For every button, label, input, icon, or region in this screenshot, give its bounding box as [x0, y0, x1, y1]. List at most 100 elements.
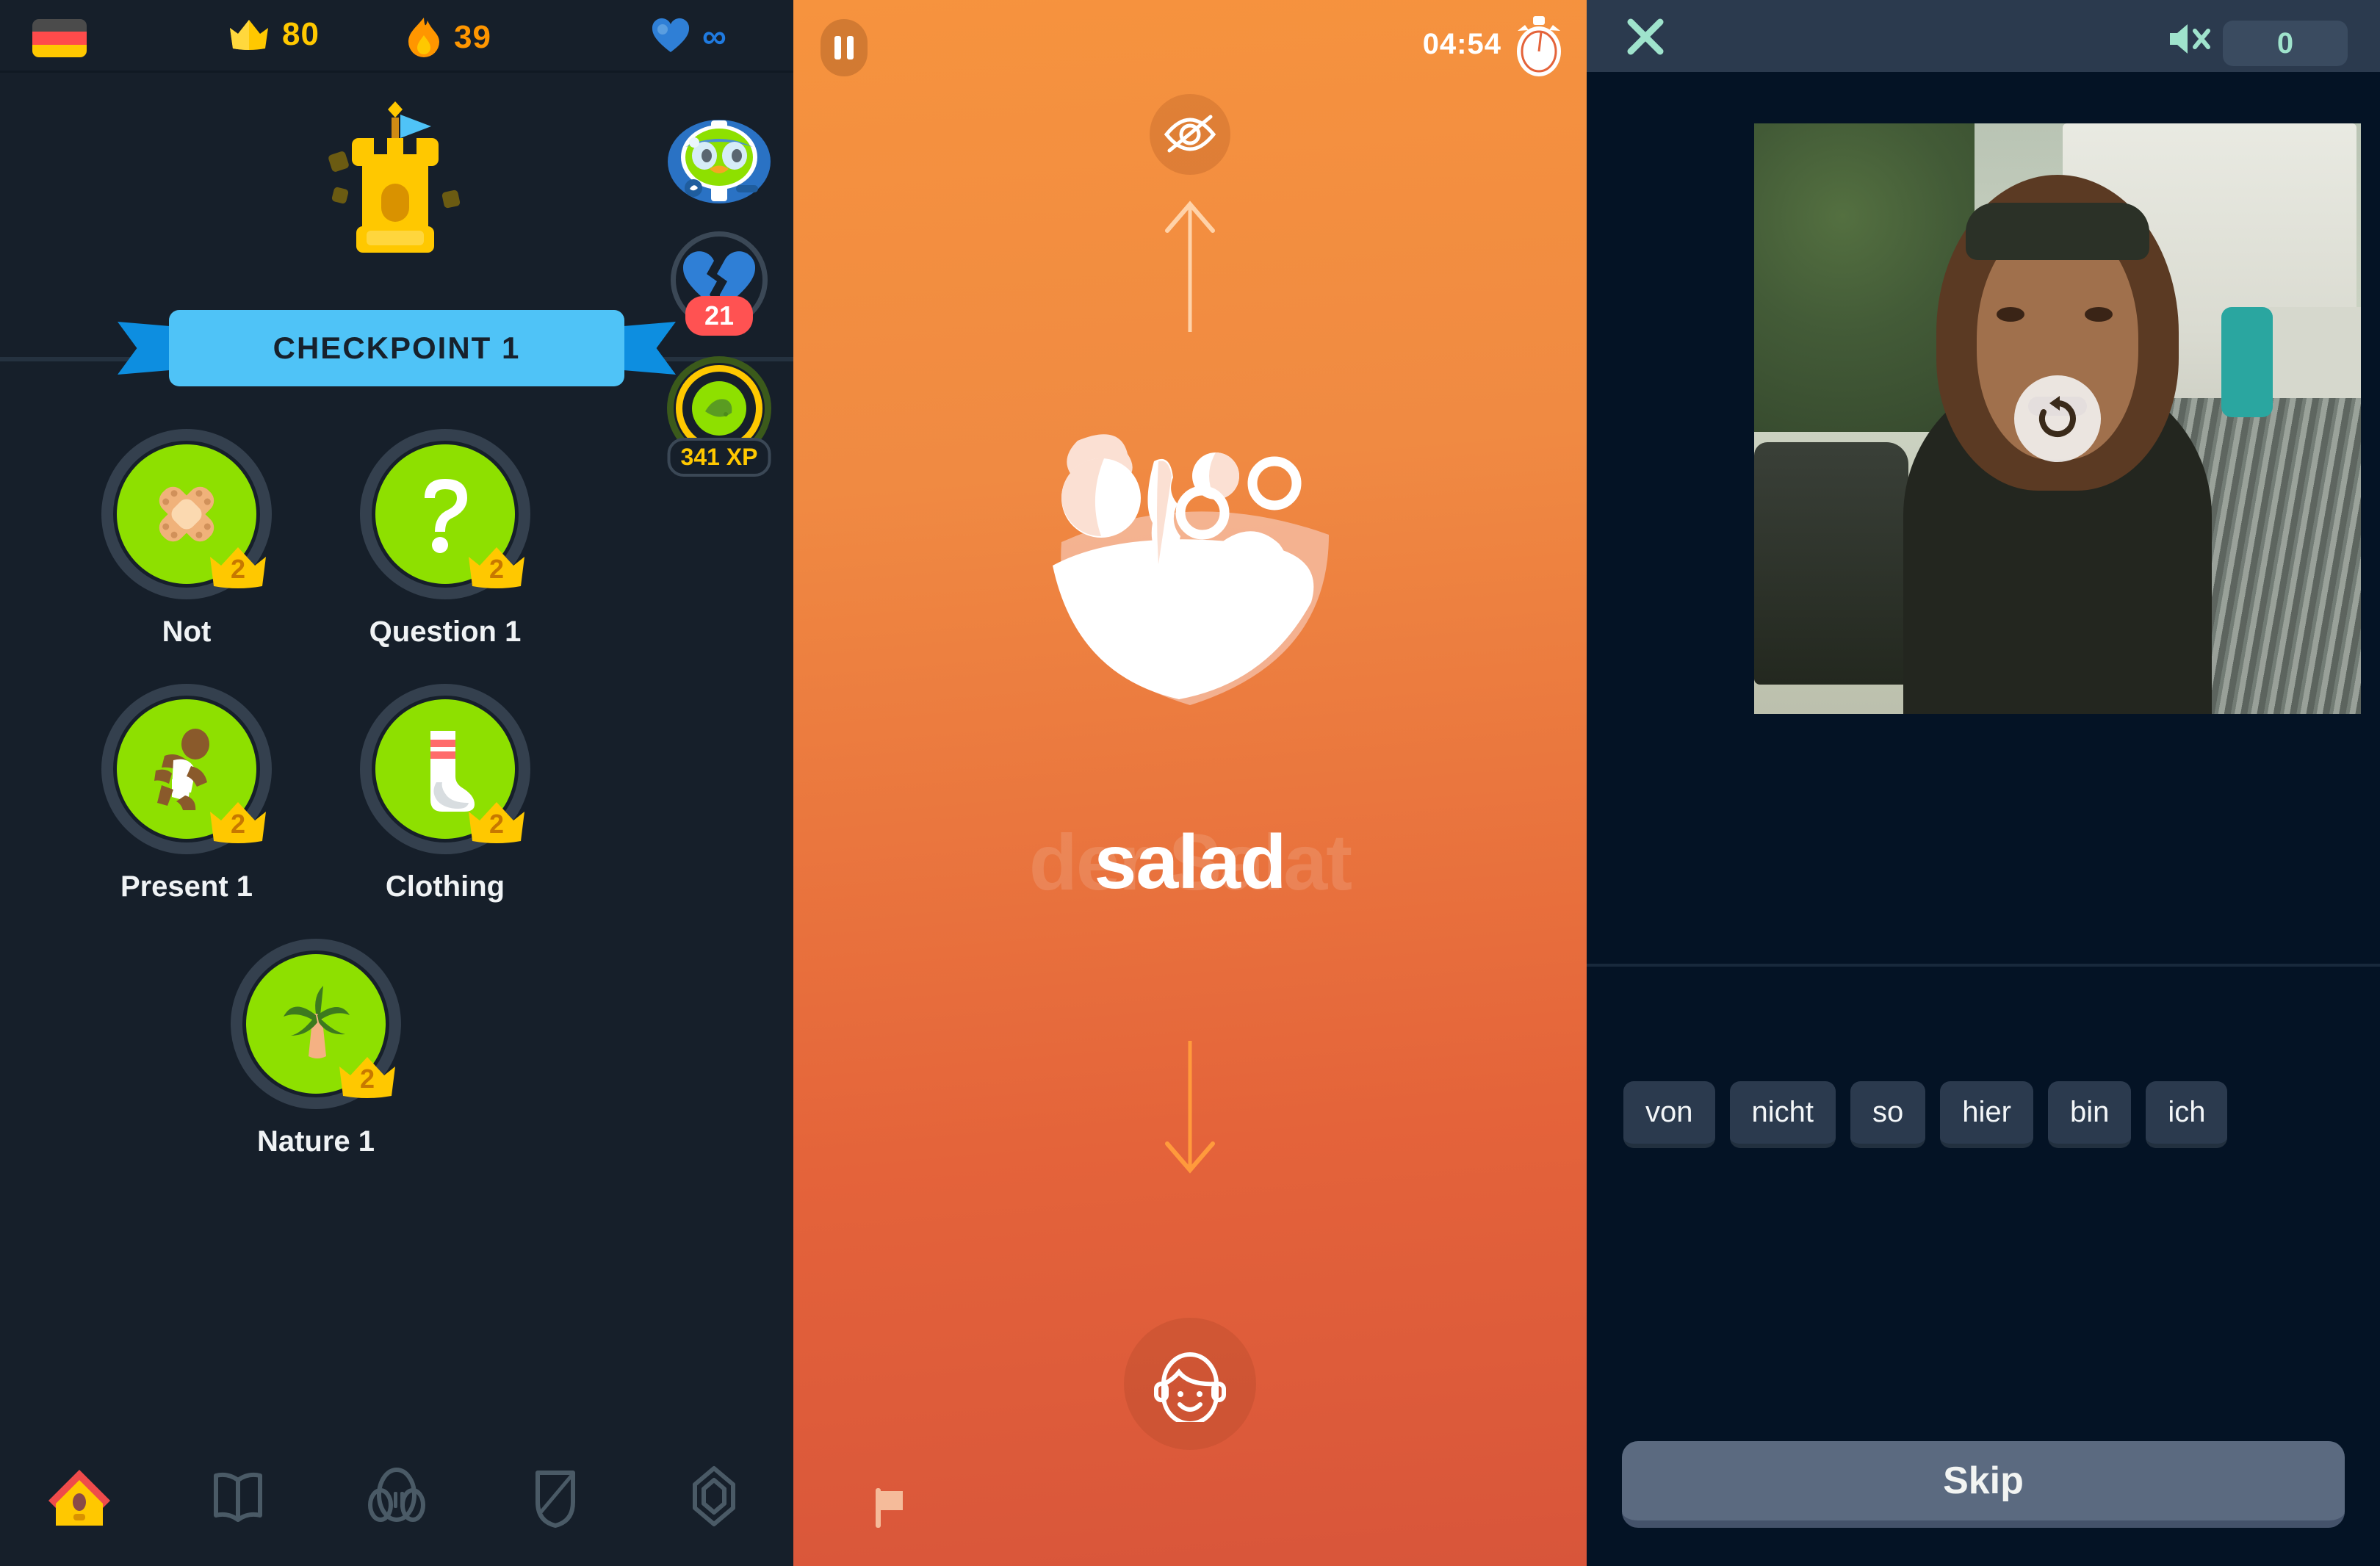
- timer-label: 04:54: [1422, 28, 1501, 60]
- crown-icon: [230, 20, 268, 50]
- word-chip[interactable]: ich: [2146, 1081, 2228, 1148]
- eye-off-icon: [1164, 115, 1216, 153]
- pause-icon-bar: [847, 36, 854, 59]
- duo-owl-avatar[interactable]: [664, 118, 774, 206]
- castle-icon: [328, 101, 461, 253]
- word-main: salad: [1094, 820, 1287, 905]
- germany-flag-icon[interactable]: [32, 19, 87, 57]
- shield-icon: [536, 1471, 575, 1528]
- skill-circle[interactable]: 2: [360, 684, 530, 854]
- leaf-chest-icon: [692, 381, 746, 436]
- heart-icon: [652, 18, 690, 52]
- crown-level: 2: [488, 554, 505, 584]
- skill-circle[interactable]: 2: [101, 684, 272, 854]
- pause-icon-bar: [834, 36, 841, 59]
- hearts-count: ∞: [702, 17, 727, 55]
- word-chip[interactable]: von: [1623, 1081, 1715, 1148]
- video-background-person: [2221, 307, 2273, 417]
- crown-level-wrap: 2: [206, 798, 270, 845]
- gem-icon: [693, 1466, 735, 1526]
- crown-level: 2: [488, 809, 505, 839]
- word-chip[interactable]: so: [1850, 1081, 1926, 1148]
- nav-item-practice[interactable]: [317, 1426, 476, 1566]
- score-value: 0: [2276, 26, 2294, 59]
- skill-clothing[interactable]: 2 Clothing: [340, 684, 550, 903]
- crown-level-wrap: 2: [206, 544, 270, 591]
- person-button[interactable]: [1124, 1318, 1256, 1450]
- word-bank: von nicht so hier bin ich: [1587, 1081, 2380, 1148]
- nav-item-leagues[interactable]: [476, 1426, 635, 1566]
- app-screen: 80 39 ∞ CHECKPOINT 1 21 341 XP 2 Not 2 Q…: [0, 0, 2380, 1566]
- learning-tree-panel: 80 39 ∞ CHECKPOINT 1 21 341 XP 2 Not 2 Q…: [0, 0, 793, 1566]
- video-speaker-headband: [1966, 203, 2149, 260]
- flame-icon: [408, 18, 439, 57]
- open-book-icon: [214, 1472, 262, 1522]
- exercise-divider: [1587, 964, 2380, 967]
- video-speaker-eye-right: [2085, 307, 2113, 322]
- person-face-icon: [1154, 1352, 1226, 1422]
- skill-question-1[interactable]: 2 Question 1: [340, 429, 550, 649]
- checkpoint-banner[interactable]: CHECKPOINT 1: [118, 310, 676, 386]
- arrow-down-icon: [1165, 1041, 1215, 1174]
- arrow-up-icon: [1165, 201, 1215, 332]
- crowns-stat[interactable]: 80: [228, 16, 320, 53]
- word-display: der Salat salad: [793, 812, 1587, 915]
- replay-button[interactable]: [2014, 375, 2101, 462]
- video-speaker-eye-left: [1997, 307, 2024, 322]
- side-rail: 21 341 XP: [664, 118, 774, 477]
- xp-amount-label: 341 XP: [667, 438, 771, 477]
- skill-tree: 2 Not 2 Question 1 2 Present 1 2 Clothin…: [0, 429, 632, 1194]
- streak-count: 39: [454, 19, 491, 55]
- crowns-count: 80: [282, 16, 320, 52]
- topbar-divider: [0, 71, 793, 73]
- skill-label: Question 1: [369, 616, 522, 648]
- word-chip[interactable]: bin: [2047, 1081, 2132, 1148]
- pause-button[interactable]: [821, 19, 868, 76]
- speaker-mute-icon[interactable]: [2167, 21, 2213, 57]
- skill-circle[interactable]: 2: [360, 429, 530, 599]
- bottom-navigation: [0, 1426, 793, 1566]
- listening-exercise-panel: 0 von nicht so hier bin ich Skip: [1587, 0, 2380, 1566]
- skip-label: Skip: [1943, 1459, 2024, 1502]
- streak-stat[interactable]: 39: [405, 16, 491, 59]
- skill-label: Not: [162, 616, 212, 648]
- skill-label: Nature 1: [256, 1125, 375, 1158]
- nav-item-shop[interactable]: [635, 1426, 793, 1566]
- xp-chest-widget[interactable]: 341 XP: [664, 356, 774, 477]
- stopwatch-icon: [1517, 16, 1561, 76]
- word-chip[interactable]: nicht: [1729, 1081, 1836, 1148]
- hearts-refill-widget[interactable]: 21: [664, 228, 774, 339]
- crown-level-wrap: 2: [464, 798, 529, 845]
- exercise-video[interactable]: [1754, 123, 2361, 714]
- skill-nature-1[interactable]: 2 Nature 1: [211, 939, 421, 1158]
- nav-item-stories[interactable]: [159, 1426, 317, 1566]
- word-chip[interactable]: hier: [1940, 1081, 2033, 1148]
- salad-bowl-icon: [1053, 434, 1329, 705]
- report-flag-icon[interactable]: [873, 1487, 908, 1529]
- close-x-icon[interactable]: [1625, 16, 1666, 57]
- word-card-panel: 04:54 der Salat salad: [793, 0, 1587, 1566]
- nav-item-home[interactable]: [0, 1426, 159, 1566]
- skill-not[interactable]: 2 Not: [82, 429, 292, 649]
- banner-body: CHECKPOINT 1: [169, 310, 624, 386]
- hide-word-button[interactable]: [1150, 94, 1230, 175]
- hearts-stat[interactable]: ∞: [651, 16, 727, 56]
- skip-button[interactable]: Skip: [1622, 1441, 2345, 1528]
- crown-level-wrap: 2: [464, 544, 529, 591]
- crown-level: 2: [359, 1064, 375, 1094]
- birdhouse-icon: [48, 1470, 110, 1526]
- skill-label: Clothing: [385, 870, 505, 903]
- crown-level: 2: [230, 809, 246, 839]
- top-stats-bar: 80 39 ∞: [0, 0, 793, 71]
- replay-icon: [2039, 396, 2076, 437]
- skill-present-1[interactable]: 2 Present 1: [82, 684, 292, 903]
- video-motorcycle: [1754, 442, 1908, 685]
- skill-circle[interactable]: 2: [231, 939, 401, 1109]
- score-badge: 0: [2223, 21, 2348, 66]
- dumbbell-icon: [368, 1468, 425, 1522]
- skill-row: 2 Not 2 Question 1: [0, 429, 632, 649]
- hearts-refill-badge: 21: [685, 296, 754, 336]
- crown-level: 2: [230, 554, 246, 584]
- checkpoint-label: CHECKPOINT 1: [273, 331, 521, 365]
- skill-circle[interactable]: 2: [101, 429, 272, 599]
